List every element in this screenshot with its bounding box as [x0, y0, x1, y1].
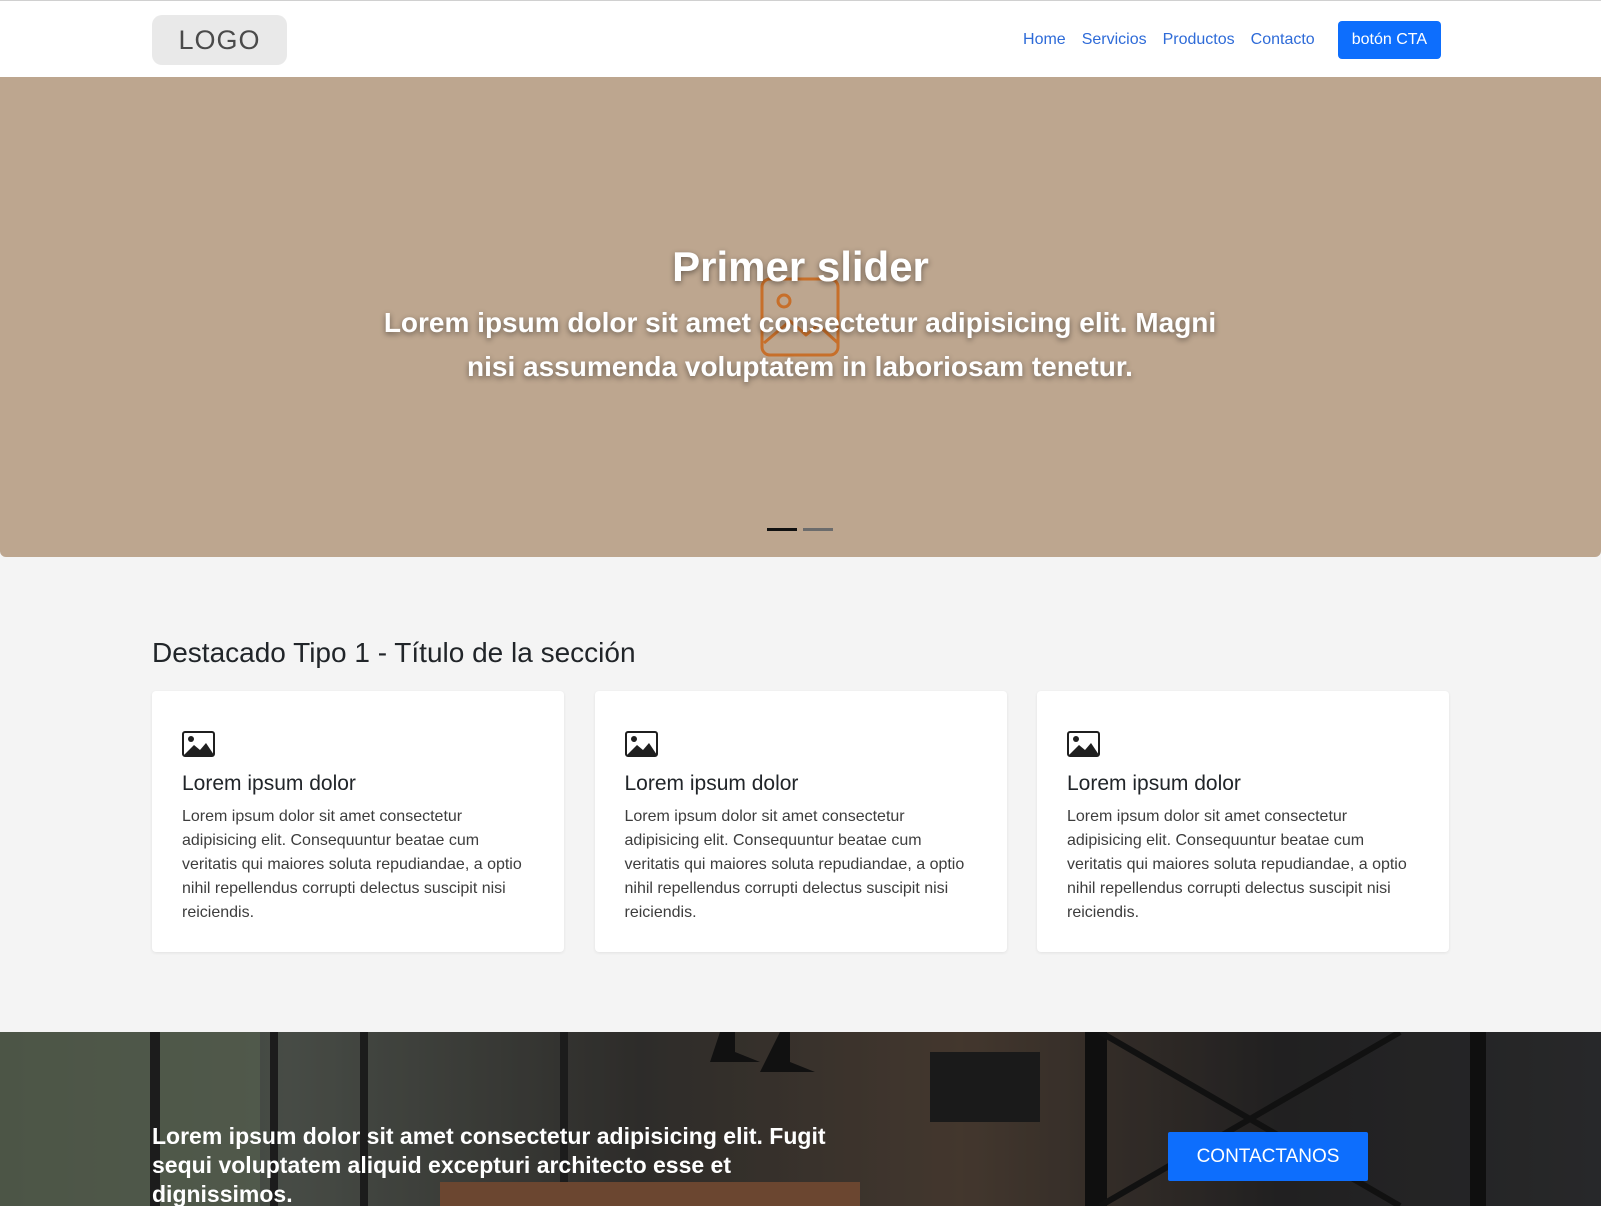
card-title: Lorem ipsum dolor [1067, 772, 1241, 795]
nav-link-productos[interactable]: Productos [1163, 31, 1235, 49]
hero-title: Primer slider [672, 243, 929, 290]
card-text: Lorem ipsum dolor sit amet consectetur a… [624, 808, 965, 921]
card-title: Lorem ipsum dolor [624, 772, 799, 795]
hero-subtitle: Lorem ipsum dolor sit amet consectetur a… [383, 307, 1217, 382]
logo[interactable]: LOGO [152, 15, 287, 65]
image-icon [1067, 731, 1100, 757]
card-title: Lorem ipsum dolor [182, 772, 356, 795]
nav-link-contacto[interactable]: Contacto [1251, 31, 1315, 49]
feature-card: Lorem ipsum dolor Lorem ipsum dolor sit … [594, 691, 1007, 952]
slider-indicators [767, 528, 839, 531]
nav-link-servicios[interactable]: Servicios [1082, 31, 1147, 49]
image-icon [182, 731, 215, 757]
nav-link-home[interactable]: Home [1023, 31, 1066, 49]
feature-card: Lorem ipsum dolor Lorem ipsum dolor sit … [1037, 691, 1449, 952]
featured-cards: Lorem ipsum dolor Lorem ipsum dolor sit … [152, 691, 1449, 952]
slider-indicator-1[interactable] [767, 528, 797, 531]
contact-banner: Lorem ipsum dolor sit amet consectetur a… [0, 1032, 1601, 1206]
slider-indicator-2[interactable] [803, 528, 833, 531]
hero-slider: Primer slider Lorem ipsum dolor sit amet… [0, 77, 1601, 557]
site-header: LOGO Home Servicios Productos Contacto b… [0, 0, 1601, 77]
section-title: Destacado Tipo 1 - Título de la sección [152, 637, 636, 668]
card-text: Lorem ipsum dolor sit amet consectetur a… [182, 808, 522, 921]
contact-button[interactable]: CONTACTANOS [1168, 1132, 1368, 1181]
image-icon [624, 731, 658, 757]
banner-text: Lorem ipsum dolor sit amet consectetur a… [152, 1123, 826, 1206]
cta-button[interactable]: botón CTA [1337, 21, 1441, 59]
feature-card: Lorem ipsum dolor Lorem ipsum dolor sit … [152, 691, 564, 952]
main-nav: Home Servicios Productos Contacto botón … [1023, 21, 1441, 59]
card-text: Lorem ipsum dolor sit amet consectetur a… [1067, 808, 1407, 921]
